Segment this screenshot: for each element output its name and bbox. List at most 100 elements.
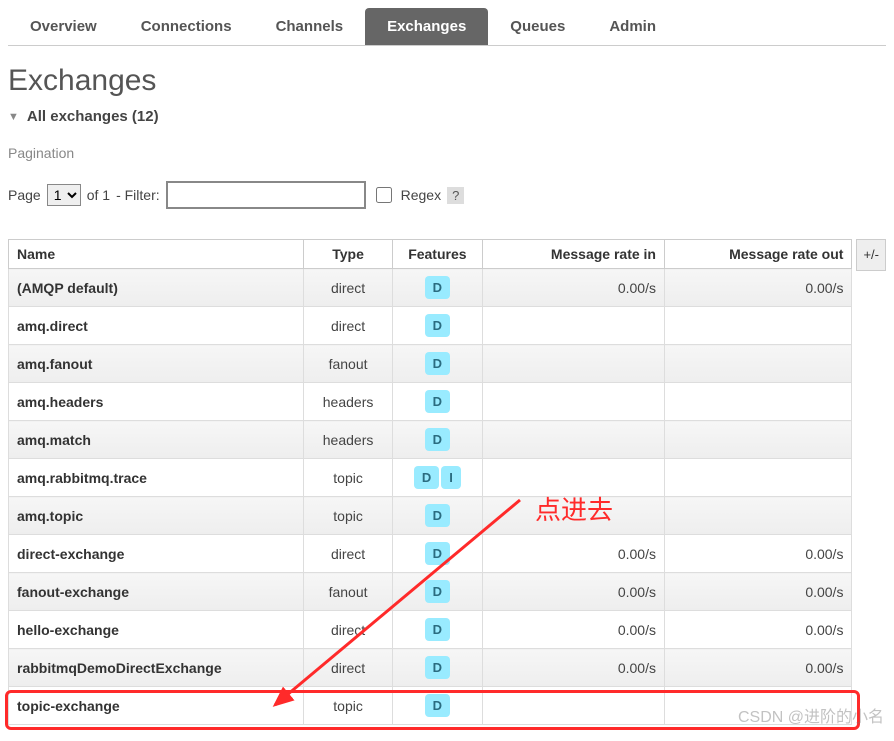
- cell-rate-out: [664, 383, 851, 421]
- watermark: CSDN @进阶的小名: [738, 703, 884, 727]
- cell-features: D: [392, 307, 482, 345]
- feature-badge: D: [425, 656, 450, 679]
- cell-rate-in: 0.00/s: [483, 649, 665, 687]
- regex-checkbox[interactable]: [376, 187, 392, 203]
- col-name[interactable]: Name: [9, 240, 304, 269]
- cell-type: headers: [304, 383, 392, 421]
- cell-name: direct-exchange: [9, 535, 304, 573]
- table-row: amq.topictopicD: [9, 497, 852, 535]
- cell-rate-out: [664, 459, 851, 497]
- exchange-link[interactable]: amq.headers: [17, 394, 103, 410]
- cell-name: rabbitmqDemoDirectExchange: [9, 649, 304, 687]
- col-rate-out[interactable]: Message rate out: [664, 240, 851, 269]
- exchange-link[interactable]: fanout-exchange: [17, 584, 129, 600]
- col-features[interactable]: Features: [392, 240, 482, 269]
- cell-rate-out: 0.00/s: [664, 535, 851, 573]
- exchange-link[interactable]: direct-exchange: [17, 546, 124, 562]
- table-row: direct-exchangedirectD0.00/s0.00/s: [9, 535, 852, 573]
- cell-name: amq.topic: [9, 497, 304, 535]
- tab-queues[interactable]: Queues: [488, 8, 587, 45]
- pagination-controls: Page 1 of 1 - Filter: Regex ?: [8, 181, 886, 209]
- cell-rate-out: [664, 345, 851, 383]
- exchange-link[interactable]: amq.topic: [17, 508, 83, 524]
- regex-help-icon[interactable]: ?: [447, 187, 464, 204]
- cell-rate-out: 0.00/s: [664, 269, 851, 307]
- exchange-link[interactable]: rabbitmqDemoDirectExchange: [17, 660, 222, 676]
- regex-label: Regex: [401, 187, 441, 203]
- tab-admin[interactable]: Admin: [587, 8, 678, 45]
- tab-channels[interactable]: Channels: [254, 8, 366, 45]
- table-row: amq.headers headersD: [9, 383, 852, 421]
- filter-label: - Filter:: [116, 187, 160, 203]
- feature-badge: D: [425, 314, 450, 337]
- exchange-link[interactable]: hello-exchange: [17, 622, 119, 638]
- tab-connections[interactable]: Connections: [119, 8, 254, 45]
- feature-badge: D: [425, 352, 450, 375]
- exchange-name: (AMQP default): [17, 280, 118, 296]
- pagination-heading: Pagination: [8, 145, 886, 161]
- cell-type: direct: [304, 611, 392, 649]
- cell-rate-out: [664, 307, 851, 345]
- cell-rate-out: 0.00/s: [664, 611, 851, 649]
- tab-exchanges[interactable]: Exchanges: [365, 8, 488, 45]
- add-remove-columns-button[interactable]: +/-: [856, 239, 886, 271]
- cell-rate-out: [664, 421, 851, 459]
- cell-features: D: [392, 269, 482, 307]
- cell-rate-in: 0.00/s: [483, 535, 665, 573]
- cell-features: D: [392, 383, 482, 421]
- section-all-exchanges[interactable]: ▼ All exchanges (12): [8, 108, 886, 125]
- section-title: All exchanges (12): [27, 108, 159, 125]
- cell-rate-in: [483, 421, 665, 459]
- cell-rate-in: [483, 345, 665, 383]
- exchange-link[interactable]: amq.match: [17, 432, 91, 448]
- feature-badge: D: [425, 542, 450, 565]
- feature-badge: D: [425, 618, 450, 641]
- cell-rate-in: [483, 459, 665, 497]
- exchange-link[interactable]: amq.fanout: [17, 356, 92, 372]
- cell-features: D: [392, 421, 482, 459]
- cell-features: D: [392, 649, 482, 687]
- cell-features: D: [392, 573, 482, 611]
- cell-type: fanout: [304, 573, 392, 611]
- exchange-link[interactable]: amq.rabbitmq.trace: [17, 470, 147, 486]
- page-label: Page: [8, 187, 41, 203]
- cell-features: D: [392, 687, 482, 725]
- filter-input[interactable]: [166, 181, 366, 209]
- feature-badge: I: [441, 466, 461, 489]
- cell-rate-in: [483, 687, 665, 725]
- feature-badge: D: [425, 580, 450, 603]
- page-select[interactable]: 1: [47, 184, 81, 206]
- cell-rate-out: 0.00/s: [664, 649, 851, 687]
- exchange-link[interactable]: amq.direct: [17, 318, 88, 334]
- exchange-link[interactable]: topic-exchange: [17, 698, 120, 714]
- cell-name: amq.direct: [9, 307, 304, 345]
- cell-type: topic: [304, 497, 392, 535]
- table-row: amq.match headersD: [9, 421, 852, 459]
- table-row: amq.rabbitmq.trace topic DI: [9, 459, 852, 497]
- cell-type: headers: [304, 421, 392, 459]
- table-row: topic-exchangetopicD: [9, 687, 852, 725]
- cell-type: direct: [304, 307, 392, 345]
- cell-features: D: [392, 611, 482, 649]
- table-row: (AMQP default)directD0.00/s0.00/s: [9, 269, 852, 307]
- cell-name: amq.match: [9, 421, 304, 459]
- cell-rate-out: [664, 497, 851, 535]
- cell-name: topic-exchange: [9, 687, 304, 725]
- table-row: amq.fanoutfanoutD: [9, 345, 852, 383]
- feature-badge: D: [425, 694, 450, 717]
- col-type[interactable]: Type: [304, 240, 392, 269]
- cell-name: hello-exchange: [9, 611, 304, 649]
- cell-name: fanout-exchange: [9, 573, 304, 611]
- cell-rate-in: [483, 307, 665, 345]
- tab-overview[interactable]: Overview: [8, 8, 119, 45]
- page-title: Exchanges: [8, 64, 886, 98]
- cell-rate-in: [483, 383, 665, 421]
- main-tabs: Overview Connections Channels Exchanges …: [8, 8, 886, 46]
- col-rate-in[interactable]: Message rate in: [483, 240, 665, 269]
- table-row: hello-exchangedirectD0.00/s0.00/s: [9, 611, 852, 649]
- cell-name: amq.headers: [9, 383, 304, 421]
- feature-badge: D: [414, 466, 439, 489]
- table-row: fanout-exchangefanoutD0.00/s0.00/s: [9, 573, 852, 611]
- cell-type: topic: [304, 459, 392, 497]
- feature-badge: D: [425, 276, 450, 299]
